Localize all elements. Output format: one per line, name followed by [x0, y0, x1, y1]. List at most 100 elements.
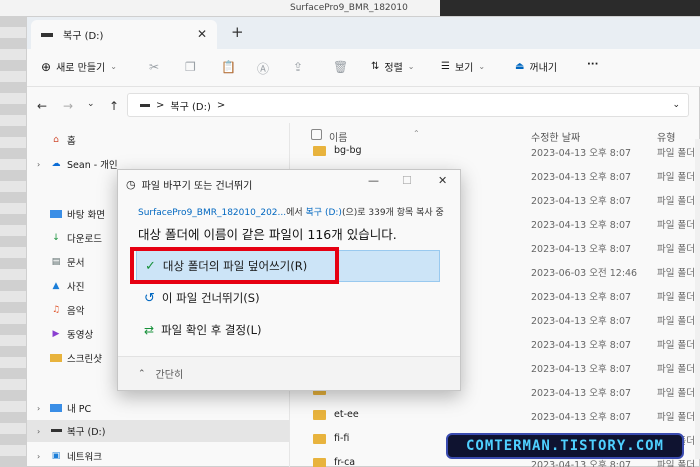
compare-files-icon: ⇄ [144, 323, 155, 337]
sidebar-item-label: 홈 [67, 136, 76, 147]
paste-icon[interactable]: 📋 [221, 60, 236, 74]
chevron-up-icon[interactable]: ⌃ [138, 369, 146, 379]
file-type: 파일 폴더 [657, 340, 695, 351]
drive-icon [140, 103, 150, 107]
view-icon: ☰ [441, 61, 450, 72]
scrollbar[interactable] [695, 139, 700, 459]
column-header-name[interactable]: 이름 [329, 129, 347, 144]
minimize-button[interactable]: — [368, 174, 379, 187]
highlight-annotation-box [130, 247, 339, 284]
chevron-right-icon[interactable]: › [37, 160, 45, 169]
sidebar-item-screenshots[interactable]: 스크린샷 [37, 351, 102, 365]
share-icon[interactable]: ⇪ [293, 60, 303, 74]
sidebar-item-onedrive[interactable]: › ☁ Sean - 개인 [37, 157, 118, 171]
sidebar-item-this-pc[interactable]: › 내 PC [37, 401, 91, 416]
background-left-strip [0, 16, 26, 467]
sidebar-item-drive-d[interactable]: › 복구 (D:) [27, 420, 289, 442]
chevron-right-icon[interactable]: › [37, 452, 45, 461]
cut-icon[interactable]: ✂ [149, 60, 159, 74]
eject-button[interactable]: ⏏ 꺼내기 [515, 59, 557, 74]
column-header-modified[interactable]: 수정한 날짜 [531, 129, 580, 144]
file-date: 2023-04-13 오후 8:07 [531, 172, 632, 183]
clock-icon: ◷ [126, 178, 136, 191]
new-button[interactable]: ⊕ 새로 만들기 ⌄ [41, 59, 117, 75]
file-date: 2023-04-13 오후 8:07 [531, 364, 632, 375]
file-type: 파일 폴더 [657, 148, 695, 159]
plus-circle-icon: ⊕ [41, 59, 52, 74]
copy-icon[interactable]: ❐ [185, 60, 196, 74]
file-type: 파일 폴더 [657, 220, 695, 231]
chevron-down-icon[interactable]: ⌄ [672, 100, 680, 110]
new-tab-button[interactable]: + [231, 23, 244, 41]
file-name: bg-bg [334, 145, 362, 156]
file-date: 2023-04-13 오후 8:07 [531, 148, 632, 159]
pictures-icon: ▲ [52, 281, 60, 291]
file-date: 2023-04-13 오후 8:07 [531, 292, 632, 303]
forward-arrow-icon[interactable]: → [63, 99, 73, 113]
delete-icon[interactable]: 🗑 [333, 60, 348, 74]
decide-each-option[interactable]: ⇄ 파일 확인 후 결정(L) [136, 314, 440, 346]
close-button[interactable]: ✕ [438, 174, 447, 187]
cloud-icon: ☁ [51, 159, 61, 169]
eject-icon: ⏏ [515, 61, 525, 72]
sidebar-item-label: 바탕 화면 [67, 210, 105, 221]
up-arrow-icon[interactable]: ↑ [109, 99, 119, 113]
more-button[interactable]: ··· [587, 59, 598, 70]
chevron-down-icon: ⌄ [110, 62, 117, 71]
table-row[interactable]: fr-ca [313, 457, 355, 467]
rename-icon[interactable]: Ⓐ [257, 60, 269, 77]
table-row[interactable]: et-ee [313, 409, 359, 420]
sidebar-item-downloads[interactable]: ↓다운로드✦ [37, 231, 273, 245]
sidebar-item-label: 동영상 [67, 330, 94, 341]
sidebar-item-pictures[interactable]: ▲사진✦ [37, 279, 274, 293]
table-row[interactable]: bg-bg [313, 145, 362, 156]
file-date: 2023-06-03 오전 12:46 [531, 268, 638, 279]
sidebar-item-network[interactable]: › ▣ 네트워크 [37, 449, 102, 463]
sidebar-item-documents[interactable]: ▤문서✦ [37, 255, 274, 269]
folder-icon [313, 433, 326, 444]
column-header-type[interactable]: 유형 [657, 129, 675, 144]
drive-icon [50, 426, 62, 436]
skip-files-option[interactable]: ↺ 이 파일 건너뛰기(S) [136, 282, 440, 314]
table-row[interactable]: fi-fi [313, 433, 349, 444]
address-bar[interactable]: > 복구 (D:) > ⌄ [127, 93, 689, 117]
chevron-right-icon[interactable]: › [37, 404, 45, 413]
chevron-right-icon[interactable]: › [37, 427, 45, 436]
sidebar-item-home[interactable]: ⌂ 홈 [37, 133, 76, 147]
decide-each-label: 파일 확인 후 결정(L) [161, 323, 262, 337]
file-type: 파일 폴더 [657, 244, 695, 255]
file-date: 2023-04-13 오후 8:07 [531, 244, 632, 255]
destination-link[interactable]: 복구 (D:) [306, 208, 342, 218]
file-type: 파일 폴더 [657, 412, 695, 423]
eject-label: 꺼내기 [529, 63, 558, 74]
select-all-checkbox[interactable] [311, 129, 322, 140]
sidebar-item-music[interactable]: ♫음악✦ [37, 303, 274, 317]
sidebar-item-label: 네트워크 [67, 452, 102, 463]
download-icon: ↓ [52, 233, 60, 243]
file-type: 파일 폴더 [657, 196, 695, 207]
fewer-details-button[interactable]: 간단히 [156, 366, 184, 381]
sort-button[interactable]: ⇅ 정렬 ⌄ [371, 59, 415, 74]
maximize-button[interactable]: ☐ [402, 174, 412, 187]
tab-bar: 복구 (D:) ✕ + [27, 17, 700, 49]
source-link[interactable]: SurfacePro9_BMR_182010_202... [138, 208, 286, 218]
chevron-down-icon[interactable]: ⌄ [87, 99, 95, 109]
command-bar: ⊕ 새로 만들기 ⌄ ✂ ❐ 📋 Ⓐ ⇪ 🗑 ⇅ 정렬 ⌄ ☰ 보기 ⌄ ⏏ 꺼… [27, 49, 700, 87]
close-tab-icon[interactable]: ✕ [197, 27, 207, 41]
home-icon: ⌂ [53, 135, 59, 145]
back-arrow-icon[interactable]: ← [37, 99, 47, 113]
file-date: 2023-04-13 오후 8:07 [531, 340, 632, 351]
sidebar-item-label: 다운로드 [67, 234, 102, 245]
sidebar-item-label: 음악 [67, 306, 85, 317]
sidebar-item-desktop[interactable]: 바탕 화면✦ [37, 207, 274, 221]
watermark: COMTERMAN.TISTORY.COM [446, 433, 684, 459]
video-icon: ▶ [52, 329, 60, 339]
copy-source-line: SurfacePro9_BMR_182010_202...에서 복구 (D:)(… [138, 205, 444, 218]
source-tail-text: (으)로 339개 항목 복사 중 [341, 208, 444, 218]
view-button[interactable]: ☰ 보기 ⌄ [441, 59, 485, 74]
file-type: 파일 폴더 [657, 388, 695, 399]
file-date: 2023-04-13 오후 8:07 [531, 412, 632, 423]
background-dark-area [440, 0, 700, 16]
tab-drive-d[interactable]: 복구 (D:) ✕ [31, 20, 217, 49]
sidebar-item-videos[interactable]: ▶동영상✦ [37, 327, 274, 341]
